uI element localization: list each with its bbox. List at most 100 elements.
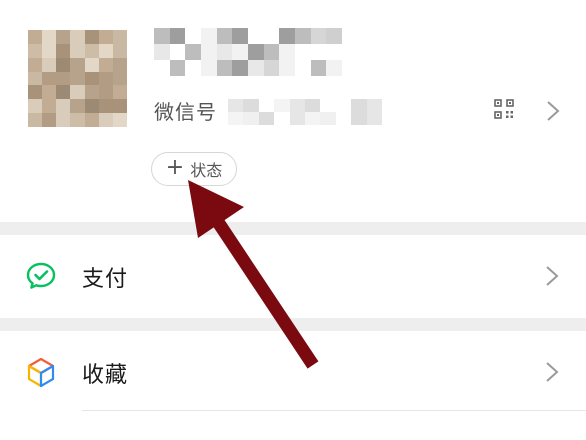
mosaic-cell (201, 28, 217, 44)
mosaic-cell (28, 43, 43, 58)
mosaic-cell (274, 99, 290, 112)
mosaic-cell (232, 60, 248, 76)
wechat-pay-icon (26, 262, 56, 289)
mosaic-cell (351, 99, 367, 112)
mosaic-cell (84, 57, 99, 72)
menu-item-pay-label: 支付 (82, 267, 129, 292)
mosaic-cell (112, 99, 127, 114)
profile-header[interactable]: 微信号 + 状态 (0, 0, 586, 222)
mosaic-cell (185, 60, 201, 76)
mosaic-cell (258, 112, 275, 125)
mosaic-cell (56, 113, 71, 127)
mosaic-cell (248, 28, 264, 44)
menu-item-favorites-label: 收藏 (82, 363, 129, 388)
mosaic-cell (42, 71, 57, 86)
mosaic-cell (216, 28, 233, 44)
mosaic-cell (295, 60, 311, 76)
mosaic-cell (263, 60, 280, 76)
mosaic-cell (310, 60, 327, 76)
mosaic-cell (320, 112, 336, 125)
mosaic-cell (112, 71, 127, 86)
mosaic-cell (351, 112, 367, 125)
mosaic-cell (320, 99, 336, 112)
mosaic-cell (84, 71, 99, 86)
mosaic-cell (154, 60, 170, 76)
me-page: 微信号 + 状态 支付 收藏 (0, 0, 586, 440)
mosaic-cell (84, 85, 99, 100)
mosaic-cell (56, 71, 71, 86)
mosaic-cell (98, 113, 113, 127)
mosaic-cell (326, 60, 342, 76)
section-divider (0, 222, 586, 235)
mosaic-cell (70, 43, 85, 58)
mosaic-cell (70, 113, 85, 127)
add-status-button[interactable]: + 状态 (151, 152, 237, 186)
mosaic-cell (112, 30, 127, 44)
row-divider (82, 410, 586, 411)
mosaic-cell (289, 112, 305, 125)
chevron-right-icon (546, 362, 559, 382)
mosaic-cell (98, 30, 113, 44)
mosaic-cell (70, 71, 85, 86)
mosaic-cell (243, 112, 259, 125)
mosaic-cell (366, 112, 382, 125)
mosaic-cell (326, 28, 342, 44)
mosaic-cell (216, 60, 233, 76)
mosaic-cell (70, 57, 85, 72)
avatar[interactable] (28, 30, 127, 127)
mosaic-cell (201, 44, 217, 60)
mosaic-cell (84, 99, 99, 114)
mosaic-cell (279, 28, 295, 44)
mosaic-cell (98, 71, 113, 86)
mosaic-cell (42, 57, 57, 72)
mosaic-cell (112, 113, 127, 127)
mosaic-cell (295, 44, 311, 60)
mosaic-cell (228, 99, 244, 112)
mosaic-cell (169, 60, 186, 76)
mosaic-cell (56, 99, 71, 114)
menu-item-pay[interactable]: 支付 (0, 235, 586, 318)
mosaic-cell (243, 99, 259, 112)
chevron-right-icon[interactable] (546, 100, 560, 122)
qr-code-icon[interactable] (494, 99, 514, 119)
mosaic-cell (335, 99, 352, 112)
mosaic-cell (98, 99, 113, 114)
nickname-blurred (154, 28, 342, 76)
wechat-id-label: 微信号 (154, 100, 217, 124)
mosaic-cell (335, 112, 352, 125)
mosaic-cell (232, 28, 248, 44)
mosaic-cell (56, 30, 71, 44)
mosaic-cell (279, 60, 295, 76)
mosaic-cell (28, 85, 43, 100)
mosaic-cell (154, 28, 170, 44)
mosaic-cell (84, 113, 99, 127)
mosaic-cell (248, 44, 264, 60)
mosaic-cell (56, 57, 71, 72)
section-divider (0, 318, 586, 331)
mosaic-cell (112, 57, 127, 72)
mosaic-cell (274, 112, 290, 125)
mosaic-cell (42, 43, 57, 58)
mosaic-cell (70, 99, 85, 114)
menu-item-favorites[interactable]: 收藏 (0, 331, 586, 414)
mosaic-cell (154, 44, 170, 60)
mosaic-cell (310, 44, 327, 60)
mosaic-cell (98, 85, 113, 100)
favorites-cube-icon (27, 357, 55, 388)
mosaic-cell (263, 44, 280, 60)
mosaic-cell (84, 43, 99, 58)
mosaic-cell (70, 85, 85, 100)
mosaic-cell (232, 44, 248, 60)
mosaic-cell (279, 44, 295, 60)
mosaic-cell (326, 44, 342, 60)
mosaic-cell (56, 43, 71, 58)
mosaic-cell (216, 44, 233, 60)
mosaic-cell (42, 99, 57, 114)
mosaic-cell (70, 30, 85, 44)
status-button-label: 状态 (190, 161, 223, 180)
mosaic-cell (98, 43, 113, 58)
mosaic-cell (42, 30, 57, 44)
mosaic-cell (263, 28, 280, 44)
mosaic-cell (28, 71, 43, 86)
mosaic-cell (366, 99, 382, 112)
